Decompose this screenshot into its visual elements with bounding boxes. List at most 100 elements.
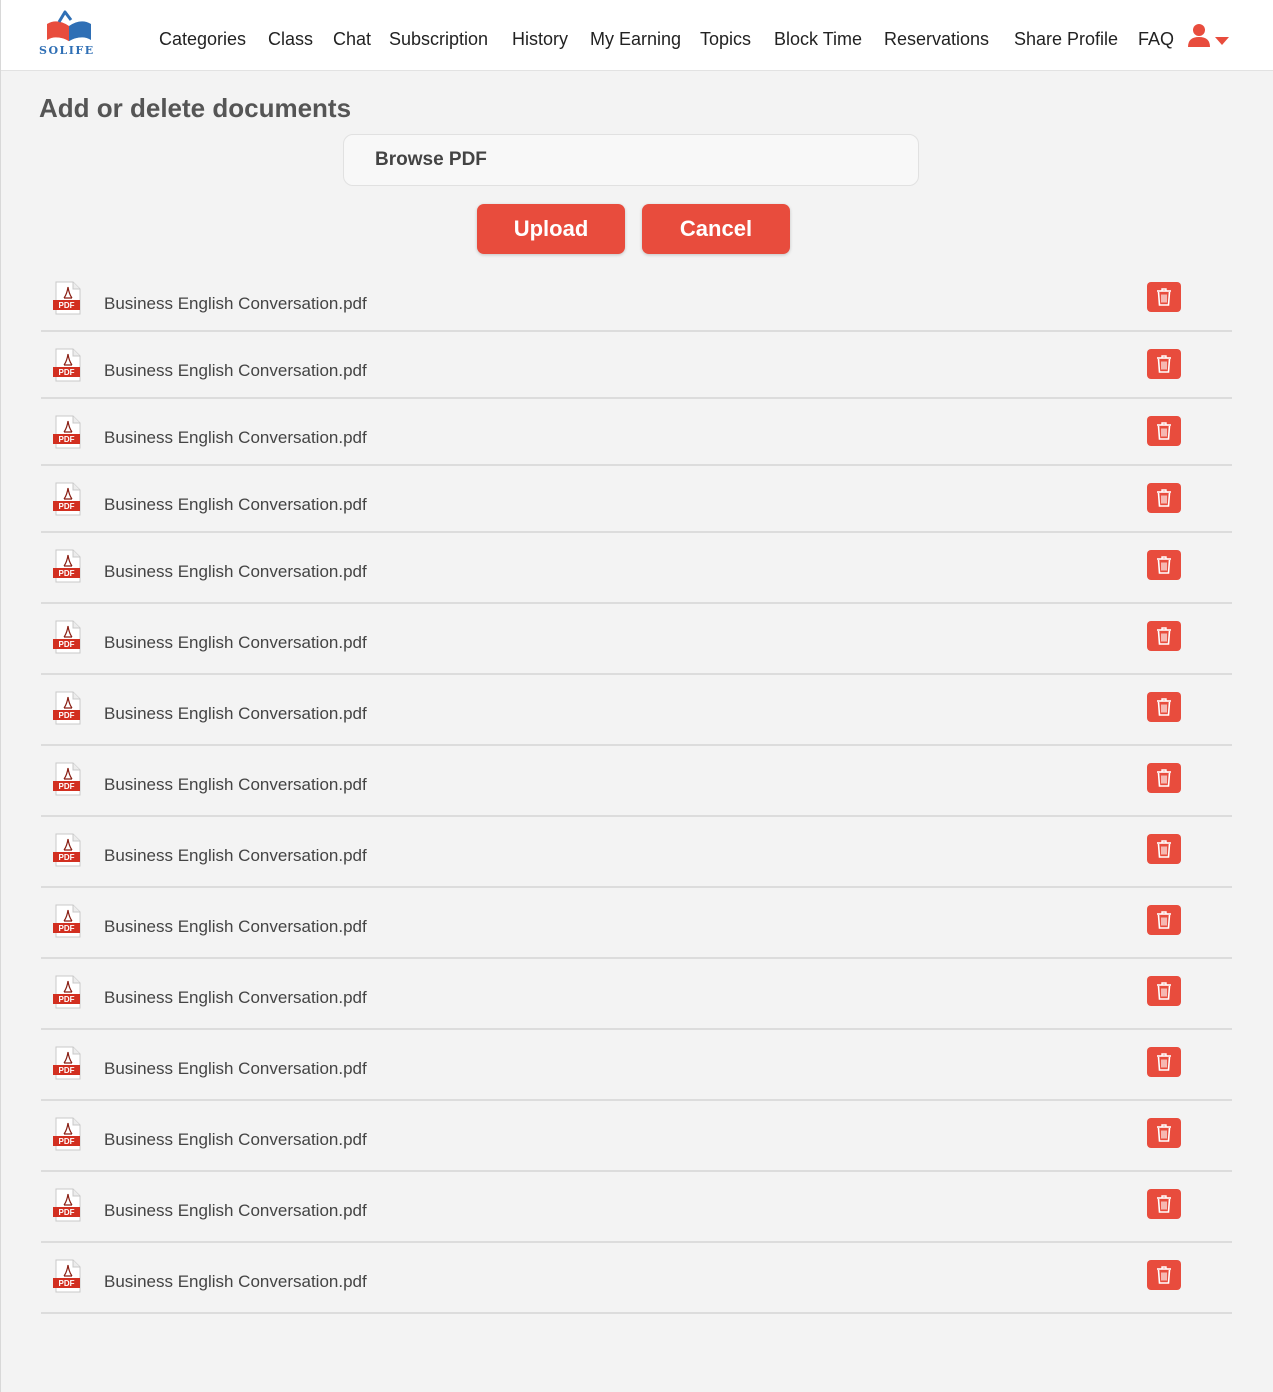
svg-text:PDF: PDF bbox=[59, 1137, 75, 1146]
delete-document-button[interactable] bbox=[1147, 416, 1181, 446]
trash-icon bbox=[1157, 698, 1171, 716]
user-menu[interactable] bbox=[1187, 23, 1231, 51]
pdf-file-icon: PDF bbox=[53, 1188, 81, 1222]
nav-subscription[interactable]: Subscription bbox=[389, 27, 488, 51]
user-icon bbox=[1188, 24, 1210, 47]
pdf-file-icon: PDF bbox=[53, 762, 81, 796]
nav-categories[interactable]: Categories bbox=[159, 27, 246, 51]
document-row: PDF Business English Conversation.pdf bbox=[41, 332, 1232, 399]
document-name[interactable]: Business English Conversation.pdf bbox=[104, 1272, 367, 1292]
delete-document-button[interactable] bbox=[1147, 1047, 1181, 1077]
pdf-file-icon: PDF bbox=[53, 1259, 81, 1293]
pdf-file-icon: PDF bbox=[53, 549, 81, 583]
delete-document-button[interactable] bbox=[1147, 905, 1181, 935]
svg-text:PDF: PDF bbox=[59, 853, 75, 862]
delete-document-button[interactable] bbox=[1147, 349, 1181, 379]
delete-document-button[interactable] bbox=[1147, 763, 1181, 793]
svg-text:PDF: PDF bbox=[59, 640, 75, 649]
document-name[interactable]: Business English Conversation.pdf bbox=[104, 562, 367, 582]
document-row: PDF Business English Conversation.pdf bbox=[41, 466, 1232, 533]
book-logo-icon bbox=[47, 10, 91, 43]
document-name[interactable]: Business English Conversation.pdf bbox=[104, 988, 367, 1008]
document-row: PDF Business English Conversation.pdf bbox=[41, 1030, 1232, 1101]
trash-icon bbox=[1157, 1053, 1171, 1071]
document-row: PDF Business English Conversation.pdf bbox=[41, 1101, 1232, 1172]
svg-text:PDF: PDF bbox=[59, 1208, 75, 1217]
document-name[interactable]: Business English Conversation.pdf bbox=[104, 428, 367, 448]
document-row: PDF Business English Conversation.pdf bbox=[41, 675, 1232, 746]
svg-text:PDF: PDF bbox=[59, 924, 75, 933]
trash-icon bbox=[1157, 840, 1171, 858]
pdf-file-icon: PDF bbox=[53, 833, 81, 867]
nav-my-earning[interactable]: My Earning bbox=[590, 27, 681, 51]
svg-text:PDF: PDF bbox=[59, 569, 75, 578]
delete-document-button[interactable] bbox=[1147, 1118, 1181, 1148]
delete-document-button[interactable] bbox=[1147, 483, 1181, 513]
document-name[interactable]: Business English Conversation.pdf bbox=[104, 294, 367, 314]
trash-icon bbox=[1157, 911, 1171, 929]
document-name[interactable]: Business English Conversation.pdf bbox=[104, 361, 367, 381]
document-name[interactable]: Business English Conversation.pdf bbox=[104, 917, 367, 937]
trash-icon bbox=[1157, 627, 1171, 645]
delete-document-button[interactable] bbox=[1147, 550, 1181, 580]
pdf-file-icon: PDF bbox=[53, 348, 81, 382]
trash-icon bbox=[1157, 1124, 1171, 1142]
browse-pdf-label: Browse PDF bbox=[375, 149, 487, 170]
trash-icon bbox=[1157, 489, 1171, 507]
nav-topics[interactable]: Topics bbox=[700, 27, 751, 51]
document-name[interactable]: Business English Conversation.pdf bbox=[104, 1201, 367, 1221]
document-name[interactable]: Business English Conversation.pdf bbox=[104, 704, 367, 724]
pdf-file-icon: PDF bbox=[53, 281, 81, 315]
nav-class[interactable]: Class bbox=[268, 27, 313, 51]
delete-document-button[interactable] bbox=[1147, 282, 1181, 312]
svg-text:PDF: PDF bbox=[59, 1279, 75, 1288]
document-row: PDF Business English Conversation.pdf bbox=[41, 604, 1232, 675]
nav-share-profile[interactable]: Share Profile bbox=[1014, 27, 1118, 51]
svg-text:PDF: PDF bbox=[59, 435, 75, 444]
document-row: PDF Business English Conversation.pdf bbox=[41, 888, 1232, 959]
delete-document-button[interactable] bbox=[1147, 834, 1181, 864]
nav-faq[interactable]: FAQ bbox=[1138, 27, 1174, 51]
trash-icon bbox=[1157, 288, 1171, 306]
nav-block-time[interactable]: Block Time bbox=[774, 27, 862, 51]
trash-icon bbox=[1157, 422, 1171, 440]
delete-document-button[interactable] bbox=[1147, 692, 1181, 722]
document-list: PDF Business English Conversation.pdf PD… bbox=[41, 265, 1232, 1314]
trash-icon bbox=[1157, 556, 1171, 574]
pdf-file-icon: PDF bbox=[53, 482, 81, 516]
trash-icon bbox=[1157, 1195, 1171, 1213]
trash-icon bbox=[1157, 769, 1171, 787]
document-name[interactable]: Business English Conversation.pdf bbox=[104, 633, 367, 653]
delete-document-button[interactable] bbox=[1147, 1189, 1181, 1219]
document-row: PDF Business English Conversation.pdf bbox=[41, 746, 1232, 817]
svg-text:PDF: PDF bbox=[59, 995, 75, 1004]
pdf-file-icon: PDF bbox=[53, 1046, 81, 1080]
cancel-button[interactable]: Cancel bbox=[642, 204, 790, 254]
document-name[interactable]: Business English Conversation.pdf bbox=[104, 775, 367, 795]
caret-down-icon bbox=[1215, 37, 1229, 45]
document-name[interactable]: Business English Conversation.pdf bbox=[104, 1059, 367, 1079]
document-row: PDF Business English Conversation.pdf bbox=[41, 399, 1232, 466]
svg-text:PDF: PDF bbox=[59, 711, 75, 720]
pdf-file-icon: PDF bbox=[53, 904, 81, 938]
document-name[interactable]: Business English Conversation.pdf bbox=[104, 495, 367, 515]
upload-button[interactable]: Upload bbox=[477, 204, 625, 254]
solife-logo[interactable]: SOLIFE bbox=[37, 10, 101, 62]
delete-document-button[interactable] bbox=[1147, 976, 1181, 1006]
trash-icon bbox=[1157, 982, 1171, 1000]
delete-document-button[interactable] bbox=[1147, 621, 1181, 651]
nav-reservations[interactable]: Reservations bbox=[884, 27, 989, 51]
delete-document-button[interactable] bbox=[1147, 1260, 1181, 1290]
document-name[interactable]: Business English Conversation.pdf bbox=[104, 1130, 367, 1150]
nav-chat[interactable]: Chat bbox=[333, 27, 371, 51]
document-name[interactable]: Business English Conversation.pdf bbox=[104, 846, 367, 866]
svg-text:PDF: PDF bbox=[59, 502, 75, 511]
pdf-file-icon: PDF bbox=[53, 1117, 81, 1151]
svg-text:PDF: PDF bbox=[59, 301, 75, 310]
pdf-file-icon: PDF bbox=[53, 415, 81, 449]
browse-pdf-input[interactable]: Browse PDF bbox=[343, 134, 919, 186]
document-row: PDF Business English Conversation.pdf bbox=[41, 1172, 1232, 1243]
logo-text: SOLIFE bbox=[39, 44, 95, 57]
svg-text:PDF: PDF bbox=[59, 1066, 75, 1075]
nav-history[interactable]: History bbox=[512, 27, 568, 51]
